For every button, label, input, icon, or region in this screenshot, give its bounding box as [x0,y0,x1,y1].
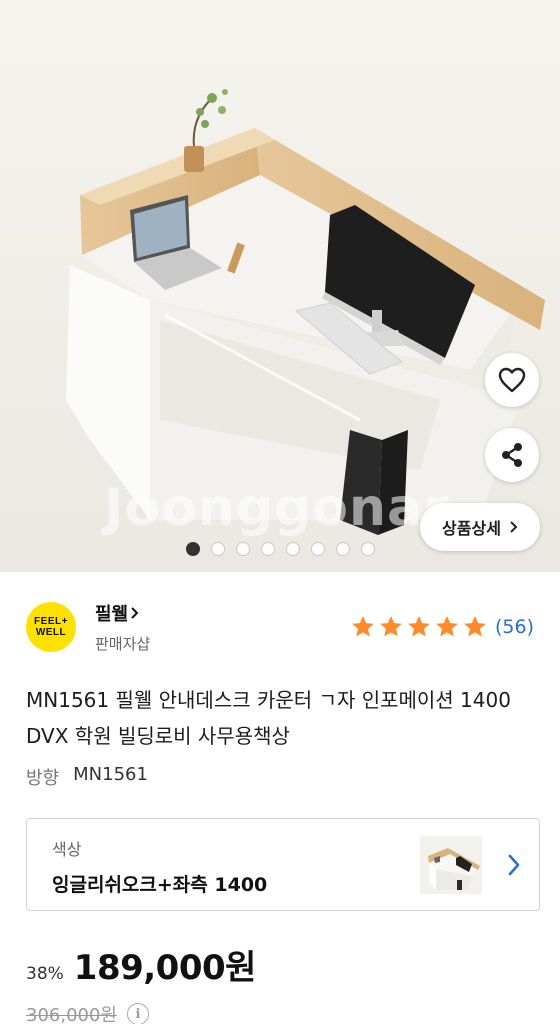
option-thumbnail [420,836,482,894]
star-icon [436,615,458,637]
heart-icon [498,367,526,393]
option-label: 방향 [26,768,60,789]
color-value: 잉글리쉬오크+좌측 1400 [52,874,268,896]
carousel-dot[interactable] [211,542,225,556]
chevron-right-icon [510,521,518,533]
carousel-dot[interactable] [336,542,350,556]
color-option-selector[interactable]: 색상 잉글리쉬오크+좌측 1400 [26,818,540,911]
like-button[interactable] [485,353,539,407]
seller-row: FEEL+ WELL 필웰 판매자샵 (56) [26,600,534,656]
star-icon [352,615,374,637]
original-price: 306,000원 [26,1005,117,1024]
review-count: (56) [494,616,534,638]
option-value: MN1561 [73,764,148,785]
original-price-row: 306,000원 i [26,1001,149,1024]
seller-logo-text: FEEL+ [34,616,68,627]
carousel-dot[interactable] [186,542,200,556]
sale-price: 189,000원 [73,948,257,988]
seller-logo[interactable]: FEEL+ WELL [26,602,76,652]
carousel-dot[interactable] [286,542,300,556]
seller-logo-text: WELL [35,627,67,638]
product-image-carousel[interactable]: Joonggonar 상품상세 [0,0,560,572]
watermark-text: Joonggonar [104,478,450,538]
carousel-dot[interactable] [261,542,275,556]
product-detail-button[interactable]: 상품상세 [420,503,540,551]
share-button[interactable] [485,428,539,482]
price-row: 38% 189,000원 [26,940,256,989]
carousel-dot[interactable] [236,542,250,556]
discount-rate: 38% [26,964,64,984]
rating-summary[interactable]: (56) [350,614,534,640]
star-icon [408,615,430,637]
star-icon [464,615,486,637]
option-info: 방향 MN1561 [26,764,148,790]
share-icon [502,443,522,467]
carousel-dot[interactable] [361,542,375,556]
info-icon[interactable]: i [127,1003,149,1024]
seller-subtitle: 판매자샵 [95,635,151,653]
chevron-right-icon [131,607,139,619]
carousel-indicator [186,542,375,556]
star-icon [380,615,402,637]
seller-name-link[interactable]: 필웰 [95,600,140,626]
chevron-right-icon [508,854,520,876]
product-title: MN1561 필웰 안내데스크 카운터 ㄱ자 인포메이션 1400 DVX 학원… [26,688,511,748]
product-detail-label: 상품상세 [442,519,501,538]
color-label: 색상 [52,840,82,859]
carousel-dot[interactable] [311,542,325,556]
seller-name: 필웰 [95,604,129,625]
option-thumbnail-image [420,836,482,894]
